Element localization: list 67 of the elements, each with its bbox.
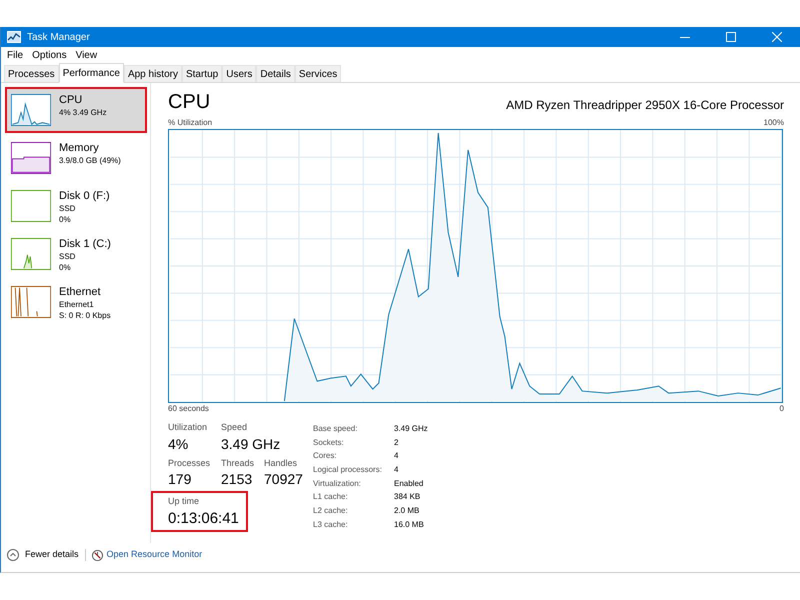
maximize-icon (726, 32, 736, 42)
open-resource-monitor-link[interactable]: Open Resource Monitor (106, 548, 202, 562)
axis-label: 100% (764, 117, 784, 129)
axis-label: 0 (780, 403, 784, 415)
spec-label: L3 cache: (313, 518, 349, 531)
collapse-icon[interactable] (7, 549, 19, 561)
spec-label: Virtualization: (313, 478, 362, 490)
app-icon (7, 31, 21, 43)
spec-value: 2 (394, 436, 400, 449)
spec-label: Cores: (313, 450, 338, 462)
tab[interactable]: Startup (182, 65, 222, 82)
sidebar-item-title: Ethernet (59, 286, 102, 299)
page-title: CPU (168, 90, 210, 115)
tab[interactable]: App history (124, 65, 182, 82)
spec-value: 384 KB (394, 491, 422, 504)
spec-value: 4 (394, 464, 400, 476)
sidebar-item-detail: SSD (59, 251, 76, 262)
sidebar-item[interactable]: CPU 4% 3.49 GHz (5, 87, 147, 133)
tab[interactable]: Services (294, 65, 342, 82)
spec-label: L2 cache: (313, 505, 349, 518)
axis-label: 60 seconds (168, 403, 209, 415)
sidebar-item-detail: 3.9/8.0 GB (49%) (59, 155, 121, 166)
spec-label: Sockets: (313, 436, 345, 449)
axis-label: % Utilization (168, 117, 212, 129)
stat-value: 70927 (264, 470, 303, 489)
tab[interactable]: Users (222, 65, 256, 82)
sidebar-item-detail: 0% (59, 262, 72, 273)
stat-value: 3.49 GHz (221, 434, 280, 454)
processor-name: AMD Ryzen Threadripper 2950X 16-Core Processor (506, 97, 784, 114)
spec-value: 2.0 MB (394, 505, 420, 518)
stat-label: Up time (168, 495, 200, 508)
sidebar-item-title: Disk 0 (F:) (59, 190, 110, 203)
spec-value: 3.49 GHz (394, 423, 429, 435)
sidebar-item-detail: SSD (59, 203, 76, 214)
stat-value: 0:13:06:41 (168, 508, 240, 528)
stat-label: Utilization (168, 421, 208, 434)
menu-item[interactable]: View (76, 48, 98, 62)
spec-value: 4 (394, 450, 400, 462)
tab[interactable]: Details (256, 65, 295, 82)
sidebar-item-detail: 4% 3.49 GHz (59, 107, 107, 118)
minimize-icon (680, 36, 690, 38)
close-icon (772, 32, 782, 42)
resource-monitor-icon (92, 550, 103, 560)
stat-label: Processes (168, 456, 210, 470)
spec-value: 16.0 MB (394, 518, 425, 531)
tab[interactable]: Processes (4, 65, 59, 82)
stat-label: Handles (264, 456, 298, 470)
sidebar-item-detail: S: 0 R: 0 Kbps (59, 310, 111, 321)
menu-item[interactable]: Options (32, 48, 67, 62)
spec-value: Enabled (394, 478, 424, 490)
menu-item[interactable]: File (7, 48, 24, 62)
sidebar-item-detail: Ethernet1 (59, 299, 95, 310)
sidebar-item-detail: 0% (59, 214, 72, 225)
sidebar-item-title: Disk 1 (C:) (59, 238, 111, 251)
sidebar-item-title: CPU (59, 94, 84, 107)
spec-label: L1 cache: (313, 491, 349, 504)
spec-label: Logical processors: (313, 464, 383, 476)
sidebar-item-title: Memory (59, 142, 100, 155)
spec-label: Base speed: (313, 423, 358, 435)
stat-label: Speed (221, 421, 248, 434)
tab[interactable]: Performance (58, 63, 124, 83)
stat-label: Threads (221, 456, 254, 470)
stat-value: 4% (168, 434, 188, 454)
window-title: Task Manager (27, 30, 90, 44)
stat-value: 179 (168, 470, 192, 489)
fewer-details-link[interactable]: Fewer details (25, 548, 79, 562)
stat-value: 2153 (221, 470, 252, 489)
